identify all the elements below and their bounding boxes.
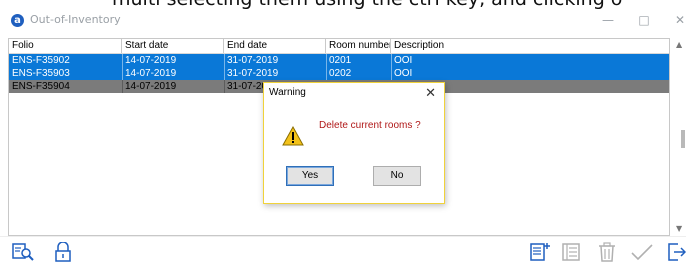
trash-icon[interactable] xyxy=(596,242,618,262)
scroll-up-arrow-icon[interactable]: ▲ xyxy=(676,40,682,49)
scroll-down-arrow-icon[interactable]: ▼ xyxy=(676,224,682,233)
minimize-button[interactable]: — xyxy=(590,9,626,31)
yes-button[interactable]: Yes xyxy=(286,166,334,186)
cell-folio: ENS-F35902 xyxy=(12,55,70,66)
cell-description: OOI xyxy=(394,68,413,79)
column-header-folio[interactable]: Folio xyxy=(9,39,122,53)
close-window-button[interactable]: ✕ xyxy=(662,9,686,31)
cell-end-date: 31-07-2019 xyxy=(227,68,279,79)
toolbar-divider xyxy=(0,236,686,237)
no-button[interactable]: No xyxy=(373,166,421,186)
cell-room-number: 0201 xyxy=(329,55,352,66)
cell-start-date: 14-07-2019 xyxy=(125,81,177,92)
exit-icon[interactable] xyxy=(666,242,686,262)
window-titlebar: a Out-of-Inventory — □ ✕ xyxy=(0,9,686,33)
app-logo-icon: a xyxy=(11,14,24,27)
unlock-icon[interactable] xyxy=(53,242,73,262)
column-header-start-date[interactable]: Start date xyxy=(122,39,224,53)
checkmark-icon[interactable] xyxy=(630,242,654,262)
maximize-button[interactable]: □ xyxy=(626,9,662,31)
column-header-description[interactable]: Description xyxy=(391,39,669,53)
table-row[interactable]: ENS-F35903 14-07-2019 31-07-2019 0202 OO… xyxy=(9,67,669,80)
cell-start-date: 14-07-2019 xyxy=(125,68,177,79)
list-icon[interactable] xyxy=(561,242,583,262)
vertical-scrollbar[interactable]: ▲ ▼ xyxy=(674,38,686,234)
window-title: Out-of-Inventory xyxy=(30,13,121,26)
dialog-message: Delete current rooms ? xyxy=(319,120,421,131)
cell-folio: ENS-F35904 xyxy=(12,81,70,92)
search-person-icon[interactable] xyxy=(12,242,34,262)
dialog-title: Warning xyxy=(269,87,306,98)
dialog-close-icon[interactable]: ✕ xyxy=(425,85,436,101)
warning-dialog: Warning ✕ Delete current rooms ? Yes No xyxy=(263,82,445,204)
table-header: Folio Start date End date Room number De… xyxy=(9,39,669,54)
warning-triangle-icon xyxy=(282,126,304,146)
cell-room-number: 0202 xyxy=(329,68,352,79)
cell-description: OOI xyxy=(394,55,413,66)
cell-end-date: 31-07-20 xyxy=(227,81,264,92)
cell-end-date: 31-07-2019 xyxy=(227,55,279,66)
cell-folio: ENS-F35903 xyxy=(12,68,70,79)
scroll-thumb[interactable] xyxy=(681,130,685,148)
add-entry-icon[interactable] xyxy=(529,242,551,262)
cell-start-date: 14-07-2019 xyxy=(125,55,177,66)
column-header-room-number[interactable]: Room number xyxy=(326,39,391,53)
column-header-end-date[interactable]: End date xyxy=(224,39,326,53)
table-row[interactable]: ENS-F35902 14-07-2019 31-07-2019 0201 OO… xyxy=(9,54,669,67)
